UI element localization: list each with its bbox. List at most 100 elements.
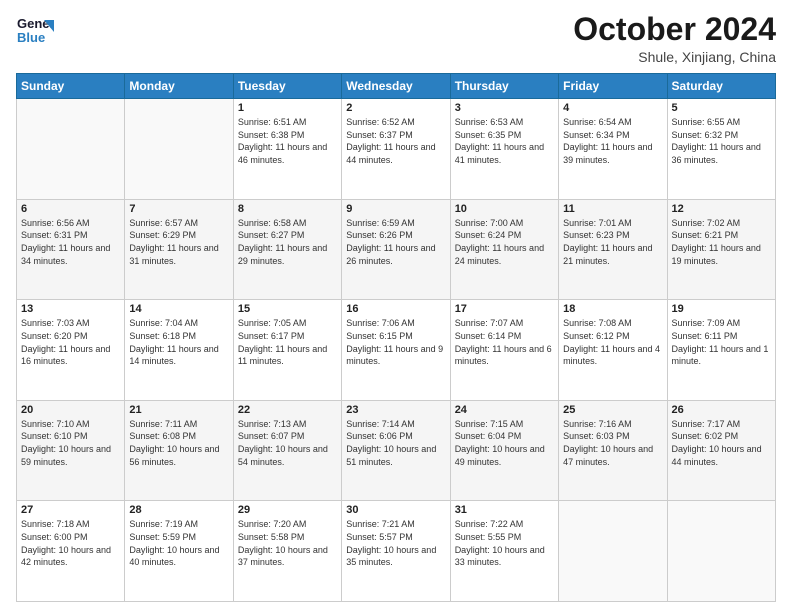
day-number: 11: [563, 203, 662, 215]
day-info: Sunrise: 7:00 AM Sunset: 6:24 PM Dayligh…: [455, 217, 554, 267]
day-number: 24: [455, 404, 554, 416]
title-section: October 2024 Shule, Xinjiang, China: [573, 12, 776, 65]
day-info: Sunrise: 7:01 AM Sunset: 6:23 PM Dayligh…: [563, 217, 662, 267]
day-number: 5: [672, 102, 771, 114]
table-row: 17 Sunrise: 7:07 AM Sunset: 6:14 PM Dayli…: [450, 300, 558, 401]
day-number: 16: [346, 303, 445, 315]
table-row: 16 Sunrise: 7:06 AM Sunset: 6:15 PM Dayli…: [342, 300, 450, 401]
day-number: 21: [129, 404, 228, 416]
table-row: 11 Sunrise: 7:01 AM Sunset: 6:23 PM Dayli…: [559, 199, 667, 300]
day-info: Sunrise: 7:08 AM Sunset: 6:12 PM Dayligh…: [563, 317, 662, 367]
day-number: 26: [672, 404, 771, 416]
day-number: 17: [455, 303, 554, 315]
day-number: 13: [21, 303, 120, 315]
col-friday: Friday: [559, 74, 667, 99]
day-number: 4: [563, 102, 662, 114]
table-row: 27 Sunrise: 7:18 AM Sunset: 6:00 PM Dayli…: [17, 501, 125, 602]
col-sunday: Sunday: [17, 74, 125, 99]
header: General Blue October 2024 Shule, Xinjian…: [16, 12, 776, 65]
day-number: 7: [129, 203, 228, 215]
day-number: 15: [238, 303, 337, 315]
day-number: 12: [672, 203, 771, 215]
day-info: Sunrise: 7:02 AM Sunset: 6:21 PM Dayligh…: [672, 217, 771, 267]
day-number: 25: [563, 404, 662, 416]
week-row-4: 20Sunrise: 7:10 AM Sunset: 6:10 PM Dayli…: [17, 400, 776, 501]
table-row: 30 Sunrise: 7:21 AM Sunset: 5:57 PM Dayli…: [342, 501, 450, 602]
day-number: 1: [238, 102, 337, 114]
table-row: 28 Sunrise: 7:19 AM Sunset: 5:59 PM Dayli…: [125, 501, 233, 602]
header-row: Sunday Monday Tuesday Wednesday Thursday…: [17, 74, 776, 99]
week-row-2: 6Sunrise: 6:56 AM Sunset: 6:31 PM Daylig…: [17, 199, 776, 300]
col-monday: Monday: [125, 74, 233, 99]
col-thursday: Thursday: [450, 74, 558, 99]
svg-text:Blue: Blue: [17, 30, 45, 45]
day-info: Sunrise: 7:11 AM Sunset: 6:08 PM Dayligh…: [129, 418, 228, 468]
table-row: 4 Sunrise: 6:54 AM Sunset: 6:34 PM Daylig…: [559, 99, 667, 200]
day-info: Sunrise: 7:19 AM Sunset: 5:59 PM Dayligh…: [129, 518, 228, 568]
table-row: 24Sunrise: 7:15 AM Sunset: 6:04 PM Dayli…: [450, 400, 558, 501]
day-info: Sunrise: 6:58 AM Sunset: 6:27 PM Dayligh…: [238, 217, 337, 267]
day-info: Sunrise: 6:54 AM Sunset: 6:34 PM Dayligh…: [563, 116, 662, 166]
col-wednesday: Wednesday: [342, 74, 450, 99]
day-number: 2: [346, 102, 445, 114]
week-row-1: 1 Sunrise: 6:51 AM Sunset: 6:38 PM Daylig…: [17, 99, 776, 200]
table-row: 8 Sunrise: 6:58 AM Sunset: 6:27 PM Daylig…: [233, 199, 341, 300]
month-title: October 2024: [573, 12, 776, 47]
day-info: Sunrise: 7:06 AM Sunset: 6:15 PM Dayligh…: [346, 317, 445, 367]
table-row: 31Sunrise: 7:22 AM Sunset: 5:55 PM Dayli…: [450, 501, 558, 602]
col-saturday: Saturday: [667, 74, 775, 99]
location-subtitle: Shule, Xinjiang, China: [573, 49, 776, 65]
day-number: 8: [238, 203, 337, 215]
day-number: 29: [238, 504, 337, 516]
day-number: 14: [129, 303, 228, 315]
table-row: 21 Sunrise: 7:11 AM Sunset: 6:08 PM Dayli…: [125, 400, 233, 501]
main-container: General Blue October 2024 Shule, Xinjian…: [0, 0, 792, 612]
table-row: 15 Sunrise: 7:05 AM Sunset: 6:17 PM Dayli…: [233, 300, 341, 401]
day-number: 23: [346, 404, 445, 416]
week-row-5: 27 Sunrise: 7:18 AM Sunset: 6:00 PM Dayli…: [17, 501, 776, 602]
table-row: 5 Sunrise: 6:55 AM Sunset: 6:32 PM Daylig…: [667, 99, 775, 200]
day-info: Sunrise: 7:22 AM Sunset: 5:55 PM Dayligh…: [455, 518, 554, 568]
day-number: 27: [21, 504, 120, 516]
table-row: 26 Sunrise: 7:17 AM Sunset: 6:02 PM Dayli…: [667, 400, 775, 501]
day-info: Sunrise: 6:52 AM Sunset: 6:37 PM Dayligh…: [346, 116, 445, 166]
table-row: 25Sunrise: 7:16 AM Sunset: 6:03 PM Dayli…: [559, 400, 667, 501]
table-row: [667, 501, 775, 602]
calendar-table: Sunday Monday Tuesday Wednesday Thursday…: [16, 73, 776, 602]
table-row: 2 Sunrise: 6:52 AM Sunset: 6:37 PM Daylig…: [342, 99, 450, 200]
table-row: 18 Sunrise: 7:08 AM Sunset: 6:12 PM Dayli…: [559, 300, 667, 401]
day-number: 18: [563, 303, 662, 315]
col-tuesday: Tuesday: [233, 74, 341, 99]
day-info: Sunrise: 7:14 AM Sunset: 6:06 PM Dayligh…: [346, 418, 445, 468]
day-info: Sunrise: 7:07 AM Sunset: 6:14 PM Dayligh…: [455, 317, 554, 367]
day-info: Sunrise: 7:20 AM Sunset: 5:58 PM Dayligh…: [238, 518, 337, 568]
table-row: [559, 501, 667, 602]
day-info: Sunrise: 7:13 AM Sunset: 6:07 PM Dayligh…: [238, 418, 337, 468]
table-row: 12 Sunrise: 7:02 AM Sunset: 6:21 PM Dayli…: [667, 199, 775, 300]
day-info: Sunrise: 7:18 AM Sunset: 6:00 PM Dayligh…: [21, 518, 120, 568]
day-info: Sunrise: 6:53 AM Sunset: 6:35 PM Dayligh…: [455, 116, 554, 166]
day-info: Sunrise: 6:56 AM Sunset: 6:31 PM Dayligh…: [21, 217, 120, 267]
day-info: Sunrise: 7:05 AM Sunset: 6:17 PM Dayligh…: [238, 317, 337, 367]
table-row: [17, 99, 125, 200]
day-number: 3: [455, 102, 554, 114]
day-info: Sunrise: 7:10 AM Sunset: 6:10 PM Dayligh…: [21, 418, 120, 468]
day-info: Sunrise: 6:55 AM Sunset: 6:32 PM Dayligh…: [672, 116, 771, 166]
table-row: 14Sunrise: 7:04 AM Sunset: 6:18 PM Dayli…: [125, 300, 233, 401]
day-info: Sunrise: 6:57 AM Sunset: 6:29 PM Dayligh…: [129, 217, 228, 267]
table-row: 29 Sunrise: 7:20 AM Sunset: 5:58 PM Dayli…: [233, 501, 341, 602]
logo-icon: General Blue: [16, 12, 54, 50]
table-row: 6Sunrise: 6:56 AM Sunset: 6:31 PM Daylig…: [17, 199, 125, 300]
day-number: 30: [346, 504, 445, 516]
day-info: Sunrise: 6:51 AM Sunset: 6:38 PM Dayligh…: [238, 116, 337, 166]
table-row: 9Sunrise: 6:59 AM Sunset: 6:26 PM Daylig…: [342, 199, 450, 300]
day-number: 19: [672, 303, 771, 315]
day-number: 28: [129, 504, 228, 516]
day-info: Sunrise: 7:17 AM Sunset: 6:02 PM Dayligh…: [672, 418, 771, 468]
day-number: 22: [238, 404, 337, 416]
day-info: Sunrise: 7:21 AM Sunset: 5:57 PM Dayligh…: [346, 518, 445, 568]
table-row: 1 Sunrise: 6:51 AM Sunset: 6:38 PM Daylig…: [233, 99, 341, 200]
table-row: 10Sunrise: 7:00 AM Sunset: 6:24 PM Dayli…: [450, 199, 558, 300]
day-number: 9: [346, 203, 445, 215]
week-row-3: 13Sunrise: 7:03 AM Sunset: 6:20 PM Dayli…: [17, 300, 776, 401]
